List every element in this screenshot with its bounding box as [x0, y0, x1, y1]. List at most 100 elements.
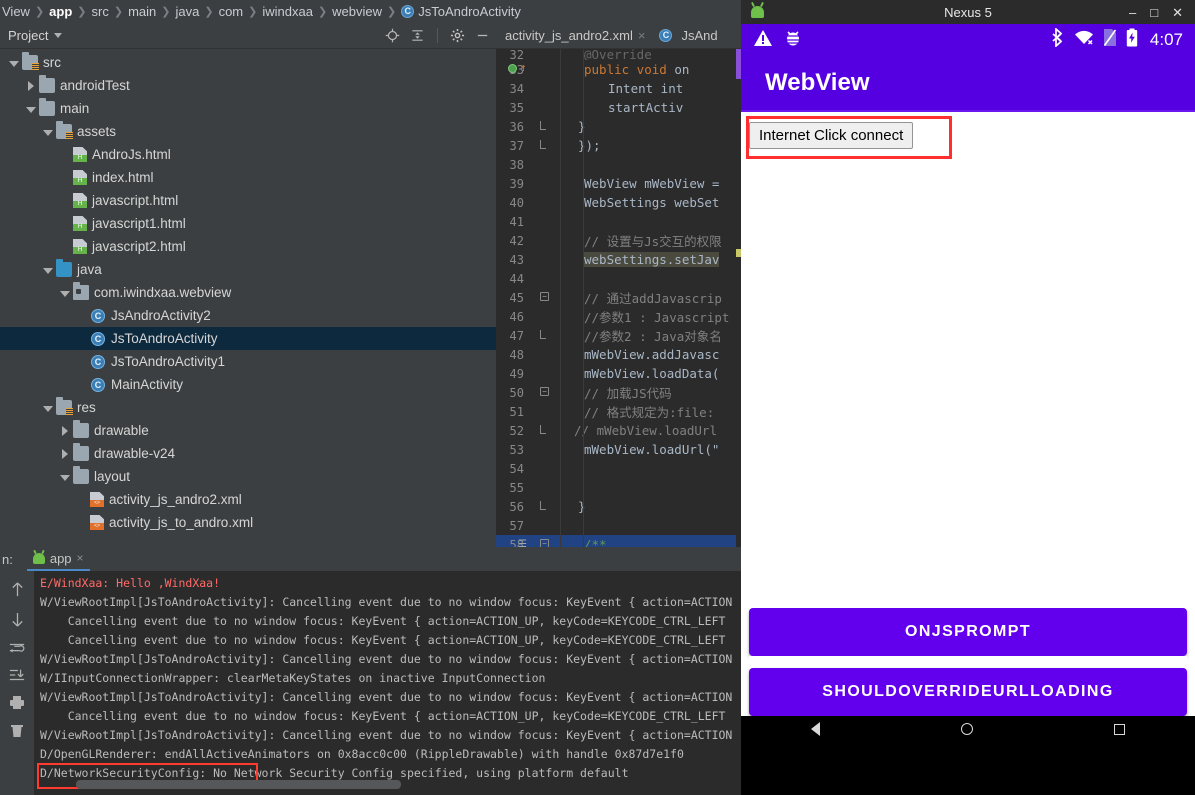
chevron-right-icon[interactable] — [25, 80, 37, 92]
collapse-all-icon[interactable] — [410, 28, 425, 43]
tree-item[interactable]: java — [0, 258, 496, 281]
code-line[interactable]: 37}); — [496, 136, 741, 155]
tree-item[interactable]: assets — [0, 120, 496, 143]
code-line[interactable]: 32 @Override — [496, 49, 741, 60]
gutter-marker[interactable] — [530, 307, 560, 326]
code-line[interactable]: 40 WebSettings webSet — [496, 193, 741, 212]
fold-end-icon[interactable] — [540, 425, 546, 434]
fold-end-icon[interactable] — [540, 121, 546, 130]
emulator-title-bar[interactable]: Nexus 5 – □ ✕ — [741, 0, 1195, 24]
gutter-marker[interactable] — [530, 421, 560, 440]
code-line[interactable]: 56} — [496, 497, 741, 516]
print-icon[interactable] — [9, 695, 25, 710]
breadcrumb-item-1[interactable]: app — [49, 4, 72, 19]
breadcrumb-item-2[interactable]: src — [92, 4, 109, 19]
scroll-up-icon[interactable] — [10, 581, 25, 598]
chevron-down-icon[interactable] — [8, 57, 20, 69]
clear-all-icon[interactable] — [10, 723, 24, 739]
close-icon[interactable]: × — [638, 28, 646, 43]
gutter-marker[interactable] — [530, 79, 560, 98]
shouldoverrideurlloading-button[interactable]: SHOULDOVERRIDEURLLOADING — [749, 668, 1187, 716]
tree-item[interactable]: activity_js_andro2.xml — [0, 488, 496, 511]
code-line[interactable]: 57 — [496, 516, 741, 535]
gutter-marker[interactable] — [530, 49, 560, 60]
logcat-output[interactable]: E/WindXaa: Hello ,WindXaa! W/ViewRootImpl… — [34, 571, 741, 795]
tree-item[interactable]: C MainActivity — [0, 373, 496, 396]
gutter-marker[interactable] — [530, 516, 560, 535]
gutter-marker[interactable]: ↑ — [508, 60, 560, 79]
gutter-marker[interactable] — [530, 136, 560, 155]
tree-item[interactable]: androidTest — [0, 74, 496, 97]
gutter-marker[interactable] — [530, 155, 560, 174]
code-line[interactable]: 38 — [496, 155, 741, 174]
code-line[interactable]: 47 //参数2 : Java对象名 — [496, 326, 741, 345]
breadcrumb-item-0[interactable]: View — [2, 4, 30, 19]
emulator-window[interactable]: Nexus 5 – □ ✕ 4:07 WebView Internet Clic… — [741, 0, 1195, 795]
gutter-marker[interactable] — [530, 98, 560, 117]
fold-collapse-icon[interactable] — [540, 387, 549, 396]
code-line[interactable]: 36} — [496, 117, 741, 136]
breadcrumb-item-7[interactable]: webview — [332, 4, 382, 19]
gutter-marker[interactable] — [530, 440, 560, 459]
tree-item[interactable]: layout — [0, 465, 496, 488]
run-gutter-icon[interactable] — [508, 64, 517, 73]
code-line[interactable]: 55 — [496, 478, 741, 497]
breadcrumb-item-4[interactable]: java — [175, 4, 199, 19]
project-tree[interactable]: src androidTest main assets AndroJs.html inde… — [0, 49, 496, 559]
chevron-down-icon[interactable] — [42, 126, 54, 138]
chevron-down-icon[interactable] — [59, 287, 71, 299]
code-line[interactable]: 42 // 设置与Js交互的权限 — [496, 231, 741, 250]
breadcrumb-item-class[interactable]: C JsToAndroActivity — [401, 4, 521, 19]
home-icon[interactable] — [960, 723, 973, 735]
recents-icon[interactable] — [1113, 723, 1125, 735]
tree-item[interactable]: main — [0, 97, 496, 120]
gutter-marker[interactable] — [530, 174, 560, 193]
scroll-to-end-icon[interactable] — [9, 668, 25, 682]
locate-icon[interactable] — [385, 28, 400, 43]
scroll-down-icon[interactable] — [10, 611, 25, 628]
gutter-marker[interactable] — [530, 212, 560, 231]
code-line[interactable]: 49 mWebView.loadData( — [496, 364, 741, 383]
code-line[interactable]: 46 //参数1 : Javascript — [496, 307, 741, 326]
back-icon[interactable] — [811, 722, 821, 736]
code-line[interactable]: 50 // 加载JS代码 — [496, 383, 741, 402]
logcat-horizontal-scrollbar[interactable] — [76, 780, 401, 789]
tree-item[interactable]: javascript2.html — [0, 235, 496, 258]
chevron-down-icon[interactable] — [25, 103, 37, 115]
onjsprompt-button[interactable]: ONJSPROMPT — [749, 608, 1187, 656]
tree-item[interactable]: src — [0, 51, 496, 74]
code-line[interactable]: 33↑public void on — [496, 60, 741, 79]
gutter-marker[interactable] — [530, 326, 560, 345]
code-line[interactable]: 35 startActiv — [496, 98, 741, 117]
gutter-marker[interactable] — [530, 478, 560, 497]
code-line[interactable]: 44 — [496, 269, 741, 288]
tree-item[interactable]: javascript1.html — [0, 212, 496, 235]
override-arrow-icon[interactable]: ↑ — [520, 61, 527, 74]
gutter-marker[interactable] — [530, 193, 560, 212]
breadcrumb-item-6[interactable]: iwindxaa — [262, 4, 313, 19]
code-editor[interactable]: 32@Override33↑public void on34Intent int… — [496, 49, 741, 559]
gutter-marker[interactable] — [530, 231, 560, 250]
tree-item[interactable]: index.html — [0, 166, 496, 189]
fold-collapse-icon[interactable] — [540, 292, 549, 301]
tree-item[interactable]: C JsToAndroActivity — [0, 327, 496, 350]
tree-item[interactable]: drawable — [0, 419, 496, 442]
tree-item[interactable]: res — [0, 396, 496, 419]
breadcrumb-item-5[interactable]: com — [219, 4, 244, 19]
gutter-marker[interactable] — [530, 497, 560, 516]
code-line[interactable]: 53 mWebView.loadUrl(" — [496, 440, 741, 459]
tree-item[interactable]: C JsAndroActivity2 — [0, 304, 496, 327]
fold-end-icon[interactable] — [540, 330, 546, 339]
webview-content[interactable]: Internet Click connect — [741, 112, 1195, 608]
code-line[interactable]: 54 — [496, 459, 741, 478]
logcat-tab-app[interactable]: app × — [26, 547, 90, 571]
code-line[interactable]: 41 — [496, 212, 741, 231]
chevron-down-icon[interactable] — [59, 471, 71, 483]
fold-end-icon[interactable] — [540, 140, 546, 149]
settings-gear-icon[interactable] — [450, 28, 465, 43]
breadcrumb-item-3[interactable]: main — [128, 4, 156, 19]
tree-item[interactable]: com.iwindxaa.webview — [0, 281, 496, 304]
project-panel-header[interactable]: Project — [0, 28, 385, 43]
tree-item[interactable]: C JsToAndroActivity1 — [0, 350, 496, 373]
gutter-marker[interactable] — [530, 288, 560, 307]
